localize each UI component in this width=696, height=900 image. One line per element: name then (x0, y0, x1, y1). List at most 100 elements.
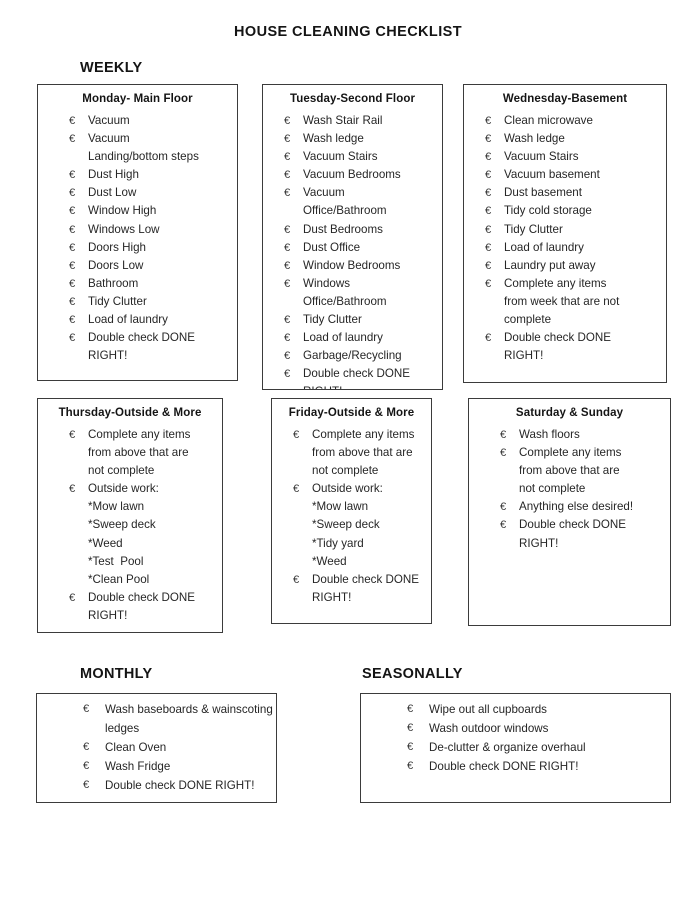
checkbox-icon[interactable]: € (500, 426, 518, 444)
checklist-item[interactable]: € Clean Oven (83, 738, 276, 757)
checklist-item[interactable]: € Vacuum basement (485, 166, 666, 184)
checklist-item[interactable]: € Dust basement (485, 184, 666, 202)
checklist-item[interactable]: €Double check DONE RIGHT! (293, 571, 431, 607)
checkbox-icon[interactable]: € (485, 275, 503, 293)
checklist-item[interactable]: € Wash ledge (485, 130, 666, 148)
checklist-item[interactable]: € Window High (69, 202, 237, 220)
checklist-item[interactable]: € Tidy Clutter (69, 293, 237, 311)
checklist-item[interactable]: €Double check DONE RIGHT! (284, 365, 442, 389)
checkbox-icon[interactable]: € (284, 257, 302, 275)
checklist-item[interactable]: € Garbage/Recycling (284, 347, 442, 365)
checklist-item[interactable]: € Complete any items from above that are … (293, 426, 431, 480)
checkbox-icon[interactable]: € (284, 112, 302, 130)
checklist-item[interactable]: €Double check DONE RIGHT! (69, 589, 222, 625)
checklist-item[interactable]: € Dust High (69, 166, 237, 184)
checkbox-icon[interactable]: € (284, 184, 302, 202)
checkbox-icon[interactable]: € (69, 202, 87, 220)
checkbox-icon[interactable]: € (69, 184, 87, 202)
checkbox-icon[interactable]: € (284, 275, 302, 293)
checkbox-icon[interactable]: € (69, 239, 87, 257)
checkbox-icon[interactable]: € (284, 239, 302, 257)
checklist-item[interactable]: *Clean Pool (69, 571, 222, 589)
checklist-item[interactable]: € Wash floors (500, 426, 670, 444)
checkbox-icon[interactable]: € (485, 239, 503, 257)
checkbox-icon[interactable]: € (485, 221, 503, 239)
checkbox-icon[interactable]: € (83, 738, 101, 757)
checklist-item[interactable]: € Laundry put away (485, 257, 666, 275)
checkbox-icon[interactable]: € (284, 329, 302, 347)
checkbox-icon[interactable]: € (284, 166, 302, 184)
checklist-item[interactable]: € Clean microwave (485, 112, 666, 130)
checkbox-icon[interactable]: € (293, 480, 311, 498)
checklist-item[interactable]: € Vacuum Stairs (485, 148, 666, 166)
checklist-item[interactable]: € Dust Bedrooms (284, 221, 442, 239)
checkbox-icon[interactable]: € (500, 498, 518, 516)
checklist-item[interactable]: *Test Pool (69, 553, 222, 571)
checkbox-icon[interactable]: € (69, 275, 87, 293)
checklist-item[interactable]: € Doors High (69, 239, 237, 257)
checklist-item[interactable]: *Tidy yard (293, 535, 431, 553)
checklist-item[interactable]: € Vacuum (69, 112, 237, 130)
checklist-item[interactable]: € Window Bedrooms (284, 257, 442, 275)
checklist-item[interactable]: € Dust Office (284, 239, 442, 257)
checkbox-icon[interactable]: € (83, 700, 101, 719)
checkbox-icon[interactable]: € (284, 311, 302, 329)
checklist-item[interactable]: € Complete any items from above that are … (500, 444, 670, 498)
checklist-item[interactable]: € Outside work: (69, 480, 222, 498)
checklist-item[interactable]: €Double check DONE RIGHT! (69, 329, 237, 365)
checkbox-icon[interactable]: € (83, 757, 101, 776)
checklist-item[interactable]: € Anything else desired! (500, 498, 670, 516)
checkbox-icon[interactable]: € (69, 221, 87, 239)
checklist-item[interactable]: € Load of laundry (485, 239, 666, 257)
checkbox-icon[interactable]: € (485, 257, 503, 275)
checklist-item[interactable]: € Vacuum Office/Bathroom (284, 184, 442, 220)
checklist-item[interactable]: € Wash outdoor windows (407, 719, 670, 738)
checkbox-icon[interactable]: € (69, 480, 87, 498)
checkbox-icon[interactable]: € (485, 112, 503, 130)
checkbox-icon[interactable]: € (407, 700, 425, 719)
checklist-item[interactable]: € Vacuum Stairs (284, 148, 442, 166)
checklist-item[interactable]: € Complete any items from week that are n… (485, 275, 666, 329)
checklist-item[interactable]: € Bathroom (69, 275, 237, 293)
checkbox-icon[interactable]: € (407, 719, 425, 738)
checkbox-icon[interactable]: € (69, 257, 87, 275)
checklist-item[interactable]: *Weed (69, 535, 222, 553)
checkbox-icon[interactable]: € (485, 166, 503, 184)
checklist-item[interactable]: *Weed (293, 553, 431, 571)
checkbox-icon[interactable]: € (485, 130, 503, 148)
checkbox-icon[interactable]: € (485, 202, 503, 220)
checklist-item[interactable]: € Complete any items from above that are … (69, 426, 222, 480)
checklist-item[interactable]: *Sweep deck (293, 516, 431, 534)
checkbox-icon[interactable]: € (293, 571, 311, 589)
checklist-item[interactable]: €Double check DONE RIGHT! (407, 757, 670, 776)
checklist-item[interactable]: € Wash Stair Rail (284, 112, 442, 130)
checkbox-icon[interactable]: € (69, 293, 87, 311)
checkbox-icon[interactable]: € (485, 184, 503, 202)
checklist-item[interactable]: € Tidy Clutter (485, 221, 666, 239)
checkbox-icon[interactable]: € (69, 166, 87, 184)
checklist-item[interactable]: *Mow lawn (69, 498, 222, 516)
checkbox-icon[interactable]: € (284, 148, 302, 166)
checkbox-icon[interactable]: € (69, 426, 87, 444)
checklist-item[interactable]: € Load of laundry (284, 329, 442, 347)
checklist-item[interactable]: € Wash Fridge (83, 757, 276, 776)
checklist-item[interactable]: €Double check DONE RIGHT! (500, 516, 670, 552)
checklist-item[interactable]: € Outside work: (293, 480, 431, 498)
checklist-item[interactable]: € Windows Office/Bathroom (284, 275, 442, 311)
checklist-item[interactable]: € Windows Low (69, 221, 237, 239)
checkbox-icon[interactable]: € (500, 444, 518, 462)
checkbox-icon[interactable]: € (69, 130, 87, 148)
checklist-item[interactable]: *Sweep deck (69, 516, 222, 534)
checklist-item[interactable]: € Vacuum Bedrooms (284, 166, 442, 184)
checkbox-icon[interactable]: € (284, 365, 302, 383)
checkbox-icon[interactable]: € (284, 221, 302, 239)
checklist-item[interactable]: *Mow lawn (293, 498, 431, 516)
checklist-item[interactable]: € Tidy Clutter (284, 311, 442, 329)
checkbox-icon[interactable]: € (284, 347, 302, 365)
checkbox-icon[interactable]: € (284, 130, 302, 148)
checklist-item[interactable]: € Doors Low (69, 257, 237, 275)
checklist-item[interactable]: €Double check DONE RIGHT! (83, 776, 276, 795)
checkbox-icon[interactable]: € (485, 148, 503, 166)
checklist-item[interactable]: € De-clutter & organize overhaul (407, 738, 670, 757)
checkbox-icon[interactable]: € (69, 311, 87, 329)
